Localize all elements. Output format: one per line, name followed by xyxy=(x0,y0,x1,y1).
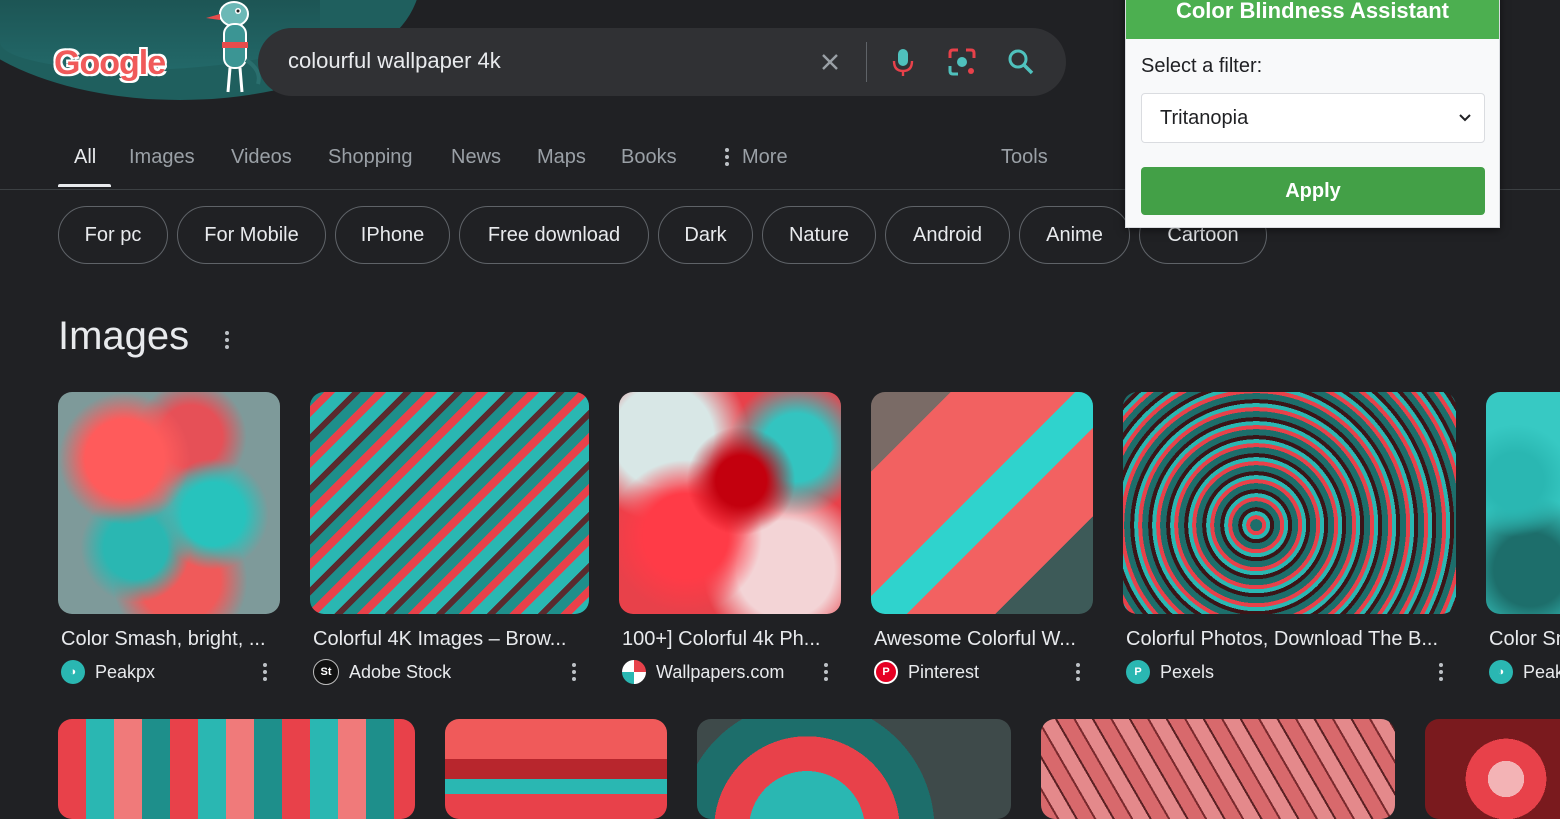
tab-more[interactable]: More xyxy=(742,146,788,169)
chip-for-pc[interactable]: For pc xyxy=(58,206,168,264)
tab-videos[interactable]: Videos xyxy=(231,146,292,169)
popup-title: Color Blindness Assistant xyxy=(1126,0,1499,39)
search-icon[interactable] xyxy=(1004,45,1038,79)
chip-android[interactable]: Android xyxy=(885,206,1010,264)
chip-for-mobile[interactable]: For Mobile xyxy=(177,206,326,264)
source-label: Wallpapers.com xyxy=(656,661,785,682)
image-title[interactable]: 100+] Colorful 4k Ph... xyxy=(622,628,842,651)
active-tab-indicator xyxy=(58,184,111,187)
peakpx-favicon-icon: ◑ xyxy=(61,660,85,684)
tab-all[interactable]: All xyxy=(74,146,96,169)
image-thumbnail[interactable] xyxy=(1041,719,1395,819)
images-section-title: Images xyxy=(58,314,190,358)
image-title[interactable]: Colorful Photos, Download The B... xyxy=(1126,628,1456,651)
chip-free-download[interactable]: Free download xyxy=(459,206,649,264)
card-menu-icon[interactable] xyxy=(1436,660,1446,684)
pexels-favicon-icon: P xyxy=(1126,660,1150,684)
image-thumbnail[interactable] xyxy=(871,392,1093,614)
search-bar[interactable]: colourful wallpaper 4k xyxy=(258,28,1066,96)
section-menu-icon[interactable] xyxy=(220,326,234,354)
image-thumbnail[interactable] xyxy=(1123,392,1456,614)
image-source[interactable]: P Pexels xyxy=(1126,660,1214,684)
pinterest-favicon-icon: P xyxy=(874,660,898,684)
image-thumbnail[interactable] xyxy=(58,392,280,614)
image-thumbnail[interactable] xyxy=(619,392,841,614)
chip-anime[interactable]: Anime xyxy=(1019,206,1130,264)
lens-icon[interactable] xyxy=(945,45,979,79)
image-thumbnail[interactable] xyxy=(1486,392,1560,614)
chevron-down-icon xyxy=(1459,114,1471,122)
more-icon[interactable] xyxy=(722,146,732,168)
chip-iphone[interactable]: IPhone xyxy=(335,206,450,264)
image-source[interactable]: P Pinterest xyxy=(874,660,979,684)
search-divider xyxy=(866,42,867,82)
filter-label: Select a filter: xyxy=(1141,55,1263,77)
tab-news[interactable]: News xyxy=(451,146,501,169)
filter-select[interactable]: Tritanopia xyxy=(1141,93,1485,143)
color-blindness-popup: Color Blindness Assistant Select a filte… xyxy=(1125,0,1500,228)
peakpx-favicon-icon: ◑ xyxy=(1489,660,1513,684)
image-thumbnail[interactable] xyxy=(1425,719,1560,819)
microphone-icon[interactable] xyxy=(886,45,920,79)
card-menu-icon[interactable] xyxy=(569,660,579,684)
card-menu-icon[interactable] xyxy=(1073,660,1083,684)
source-label: Peakpx xyxy=(95,661,156,682)
google-logo[interactable]: Google xyxy=(54,44,166,83)
source-label: Adobe Stock xyxy=(349,661,452,682)
wallpapers-favicon-icon xyxy=(622,660,646,684)
image-source[interactable]: St Adobe Stock xyxy=(313,659,452,685)
card-menu-icon[interactable] xyxy=(821,660,831,684)
tab-books[interactable]: Books xyxy=(621,146,677,169)
card-menu-icon[interactable] xyxy=(260,660,270,684)
chip-dark[interactable]: Dark xyxy=(658,206,753,264)
image-source[interactable]: ◑ Peakpx xyxy=(61,660,155,684)
image-title[interactable]: Colorful 4K Images – Brow... xyxy=(313,628,583,651)
image-source[interactable]: ◑ Peak xyxy=(1489,660,1560,684)
image-thumbnail[interactable] xyxy=(310,392,589,614)
image-thumbnail[interactable] xyxy=(58,719,415,819)
doodle-character[interactable] xyxy=(196,0,266,96)
image-thumbnail[interactable] xyxy=(445,719,667,819)
close-icon[interactable] xyxy=(813,45,847,79)
adobe-stock-favicon-icon: St xyxy=(313,659,339,685)
source-label: Pexels xyxy=(1160,661,1215,682)
tab-tools[interactable]: Tools xyxy=(1001,146,1048,169)
image-title[interactable]: Color Smash, bright, ... xyxy=(61,628,281,651)
source-label: Pinterest xyxy=(908,661,980,682)
image-title[interactable]: Color Sm xyxy=(1489,628,1560,651)
apply-button[interactable]: Apply xyxy=(1141,167,1485,215)
image-thumbnail[interactable] xyxy=(697,719,1011,819)
image-title[interactable]: Awesome Colorful W... xyxy=(874,628,1094,651)
tab-maps[interactable]: Maps xyxy=(537,146,586,169)
tab-images[interactable]: Images xyxy=(129,146,195,169)
source-label: Peak xyxy=(1523,661,1560,682)
chip-nature[interactable]: Nature xyxy=(762,206,876,264)
image-source[interactable]: Wallpapers.com xyxy=(622,660,784,684)
selected-filter: Tritanopia xyxy=(1160,107,1249,129)
tab-shopping[interactable]: Shopping xyxy=(328,146,413,169)
search-input[interactable]: colourful wallpaper 4k xyxy=(288,48,501,74)
